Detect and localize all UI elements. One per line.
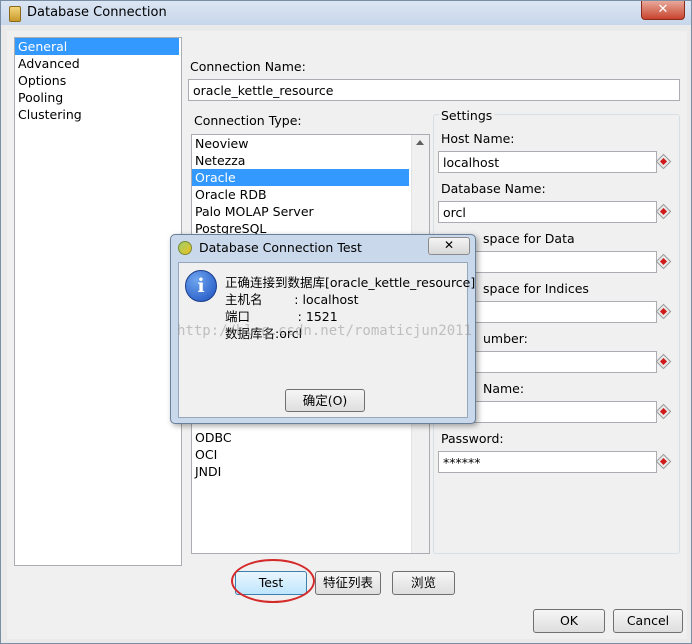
section-item-pooling[interactable]: Pooling [15, 89, 179, 106]
database-icon [9, 6, 21, 22]
tablespace-data-label: space for Data [483, 231, 575, 246]
connection-type-item[interactable]: Neoview [192, 135, 409, 152]
watermark: http://blog.csdn.net/romaticjun2011 [177, 323, 473, 339]
feature-list-button[interactable]: 特征列表 [315, 571, 381, 595]
section-item-advanced[interactable]: Advanced [15, 55, 179, 72]
section-list[interactable]: General Advanced Options Pooling Cluster… [14, 37, 182, 566]
connection-type-item[interactable]: Oracle RDB [192, 186, 409, 203]
window-title: Database Connection [27, 5, 167, 20]
settings-title: Settings [439, 108, 495, 123]
host-name-label: Host Name: [441, 131, 515, 146]
ok-button[interactable]: OK [533, 609, 605, 633]
section-item-general[interactable]: General [15, 38, 179, 55]
connection-type-item-selected[interactable]: Oracle [192, 169, 409, 186]
connection-type-item[interactable]: Palo MOLAP Server [192, 203, 409, 220]
dialog-title: Database Connection Test [199, 240, 362, 255]
scroll-up-arrow-icon[interactable] [416, 140, 424, 145]
connection-name-label: Connection Name: [190, 59, 306, 74]
cancel-button[interactable]: Cancel [613, 609, 683, 633]
explore-button[interactable]: 浏览 [392, 571, 455, 595]
database-name-input[interactable]: orcl [438, 201, 657, 223]
section-item-options[interactable]: Options [15, 72, 179, 89]
connection-type-label: Connection Type: [194, 113, 302, 128]
connection-name-input[interactable]: oracle_kettle_resource [188, 79, 680, 101]
database-name-label: Database Name: [441, 181, 546, 196]
access-list[interactable] [191, 420, 430, 554]
dialog-ok-button[interactable]: 确定(O) [285, 389, 365, 412]
dialog-close-button[interactable]: ✕ [428, 237, 470, 255]
dialog-body: i 正确连接到数据库[oracle_kettle_resource] 主机名 :… [178, 262, 475, 418]
section-item-clustering[interactable]: Clustering [15, 106, 179, 123]
host-name-input[interactable]: localhost [438, 151, 657, 173]
title-bar[interactable]: Database Connection ✕ [1, 1, 691, 25]
connection-type-item[interactable]: Netezza [192, 152, 409, 169]
tablespace-indices-label: space for Indices [483, 281, 589, 296]
user-name-label: Name: [483, 381, 525, 396]
port-number-label: umber: [483, 331, 528, 346]
kettle-spoon-icon [178, 241, 192, 255]
database-connection-window: Database Connection ✕ General Advanced O… [0, 0, 692, 644]
window-close-button[interactable]: ✕ [641, 1, 685, 20]
password-input[interactable]: ****** [438, 451, 657, 473]
highlight-circle [231, 559, 315, 603]
info-icon: i [185, 270, 217, 302]
password-label: Password: [441, 431, 504, 446]
